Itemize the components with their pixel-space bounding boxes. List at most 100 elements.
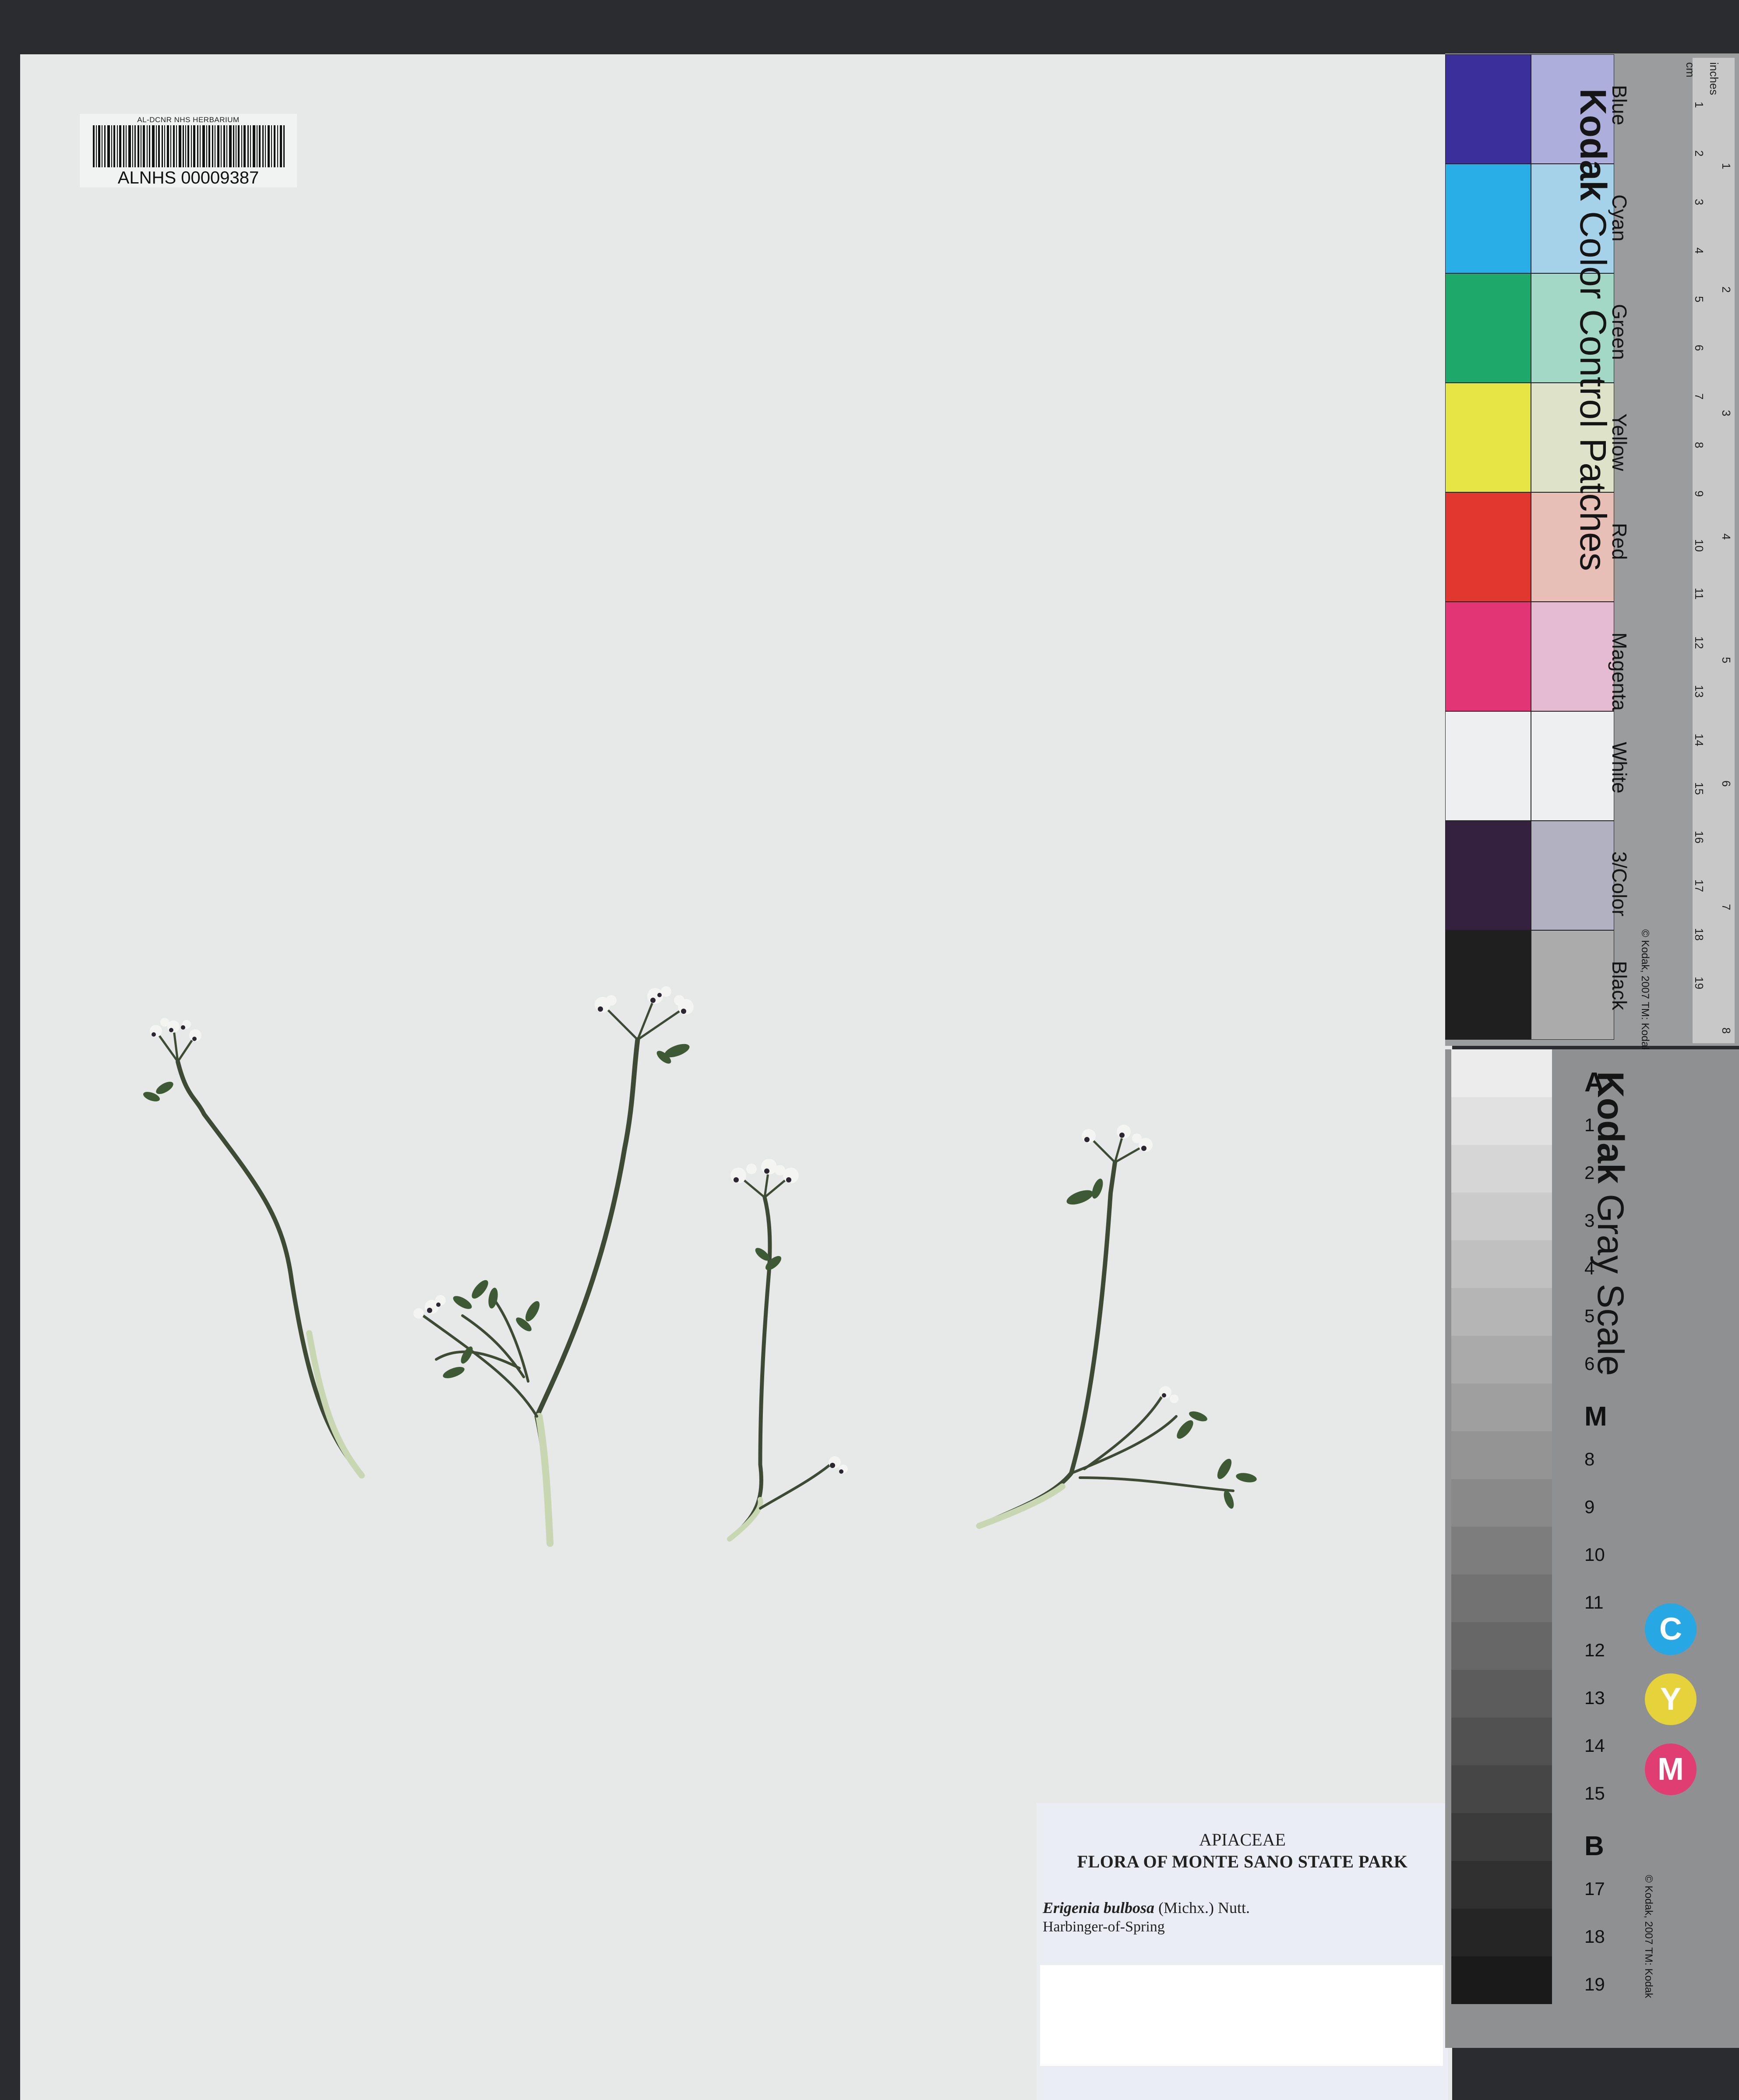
herbarium-sheet: AL-DCNR NHS HERBARIUM ALNHS 00009387: [20, 54, 1452, 2100]
gray-step-label: 13: [1584, 1687, 1605, 1708]
gray-step-label: 10: [1584, 1544, 1605, 1565]
ruler-inch-unit: inches: [1707, 62, 1721, 95]
color-patch: [1445, 273, 1531, 383]
label-family: APIACEAE: [1199, 1830, 1286, 1849]
color-patch: [1445, 602, 1531, 711]
gray-step-label: 17: [1584, 1878, 1605, 1899]
label-redacted-area: [1040, 1965, 1443, 2066]
gray-step: [1451, 1527, 1552, 1574]
ruler-cm-number: 14: [1693, 734, 1706, 746]
patch-label: White: [1608, 742, 1631, 794]
gray-step-label: 14: [1584, 1735, 1605, 1756]
ruler-inch-number: 2: [1720, 286, 1733, 293]
ruler-cm-number: 6: [1693, 345, 1706, 351]
gray-step: [1451, 1479, 1552, 1527]
ruler-inch-number: 7: [1720, 904, 1733, 911]
plant-4-stem: [977, 1160, 1117, 1528]
ruler-inch-number: 1: [1720, 163, 1733, 169]
gray-step: [1451, 1288, 1552, 1336]
ruler-cm-number: 19: [1693, 977, 1706, 989]
specimen-label: APIACEAE FLORA OF MONTE SANO STATE PARK …: [1037, 1803, 1448, 2100]
color-patch: [1445, 711, 1531, 821]
gray-step: [1451, 1574, 1552, 1622]
gray-step: [1451, 1956, 1552, 2004]
plant-2-stem: [534, 1037, 640, 1546]
patch-label: Magenta: [1608, 632, 1631, 711]
patch-label: Yellow: [1608, 413, 1631, 471]
gray-step-label: B: [1584, 1831, 1604, 1861]
gray-step-label: 11: [1584, 1592, 1604, 1613]
patch-label: Cyan: [1608, 194, 1631, 242]
plant-3-stem: [727, 1195, 772, 1541]
gray-step: [1451, 1622, 1552, 1670]
gray-step-label: 2: [1584, 1162, 1595, 1183]
kodak-gray-scale-card: Kodak Gray Scale A 1 2 3 4 5 6 M 8 9 10 11 12 13 14 15 B…: [1445, 1049, 1739, 2048]
color-patch-tint: [1531, 711, 1614, 821]
color-patch-tint: [1531, 821, 1614, 930]
gray-step-label: 19: [1584, 1974, 1605, 1994]
ruler-cm-number: 12: [1693, 636, 1706, 649]
gray-step-label: 12: [1584, 1640, 1605, 1660]
ruler-cm-number: 16: [1693, 831, 1706, 844]
color-patch: [1445, 821, 1531, 930]
kodak-color-control-card: Kodak Color Control Patches Blue Cyan Gree…: [1445, 53, 1739, 1052]
gray-step: [1451, 1765, 1552, 1813]
gray-step-label: 4: [1584, 1258, 1595, 1278]
color-card-title-text: Color Control Patches: [1573, 211, 1614, 571]
ruler-cm-number: 10: [1693, 539, 1706, 552]
ruler-cm-number: 8: [1693, 442, 1706, 448]
ruler-cm-number: 5: [1693, 296, 1706, 303]
gray-card-copyright: © Kodak, 2007 TM: Kodak: [1643, 1875, 1654, 1998]
ruler-cm-unit: cm: [1684, 62, 1697, 78]
gray-card-title: Kodak Gray Scale: [1589, 1071, 1632, 1376]
gray-step-label: 5: [1584, 1306, 1595, 1326]
color-patch: [1445, 930, 1531, 1040]
gray-step: [1451, 1049, 1552, 1097]
ruler-inch-number: 8: [1720, 1027, 1733, 1034]
gray-step-label: 18: [1584, 1926, 1605, 1947]
ruler-cm-number: 7: [1693, 393, 1706, 400]
ruler-cm-number: 11: [1693, 588, 1706, 600]
ruler-cm-number: 2: [1693, 150, 1706, 157]
patch-label: Red: [1608, 523, 1631, 560]
ruler-cm-number: 13: [1693, 685, 1706, 698]
ruler-cm-number: 4: [1693, 247, 1706, 254]
gray-step-label: 9: [1584, 1496, 1595, 1517]
patch-label: Green: [1608, 304, 1631, 360]
patch-label: Black: [1608, 961, 1631, 1010]
plant-1-stem: [176, 1059, 364, 1478]
label-scientific-name: Erigenia bulbosa: [1043, 1899, 1155, 1916]
ruler-cm-number: 9: [1693, 491, 1706, 497]
color-patch: [1445, 383, 1531, 492]
gray-card-title-text: Gray Scale: [1590, 1194, 1631, 1376]
ruler-cm-number: 3: [1693, 199, 1706, 205]
ruler-cm-number: 15: [1693, 782, 1706, 795]
ruler-cm-number: 18: [1693, 928, 1706, 941]
cym-dot: C: [1645, 1603, 1697, 1655]
ruler-cm-number: 17: [1693, 879, 1706, 892]
gray-step: [1451, 1336, 1552, 1384]
label-authority: (Michx.) Nutt.: [1158, 1899, 1250, 1916]
ruler-inch-number: 5: [1720, 657, 1733, 664]
color-patch: [1445, 492, 1531, 602]
gray-step: [1451, 1193, 1552, 1240]
color-patch: [1445, 164, 1531, 273]
cym-dot: Y: [1645, 1673, 1697, 1725]
gray-step-label: A: [1584, 1067, 1604, 1098]
label-taxon: Erigenia bulbosa (Michx.) Nutt.: [1043, 1899, 1250, 1917]
gray-step-label: M: [1584, 1401, 1607, 1432]
pressed-plant-specimens: [143, 986, 1257, 1547]
gray-step: [1451, 1909, 1552, 1956]
color-patch-tint: [1531, 930, 1614, 1040]
ruler: cm inches 1 2 3 4 5 6 7 8 9 10 11 12 13 14 15 16 17 18 19 1…: [1684, 58, 1735, 1043]
color-patch-tint: [1531, 602, 1614, 711]
gray-step-label: 15: [1584, 1783, 1605, 1804]
gray-step: [1451, 1431, 1552, 1479]
gray-step-label: 3: [1584, 1210, 1595, 1231]
gray-step: [1451, 1240, 1552, 1288]
ruler-inch-number: 4: [1720, 533, 1733, 540]
gray-step: [1451, 1145, 1552, 1193]
gray-step: [1451, 1097, 1552, 1145]
gray-step-label: 1: [1584, 1115, 1595, 1135]
gray-step: [1451, 1813, 1552, 1861]
